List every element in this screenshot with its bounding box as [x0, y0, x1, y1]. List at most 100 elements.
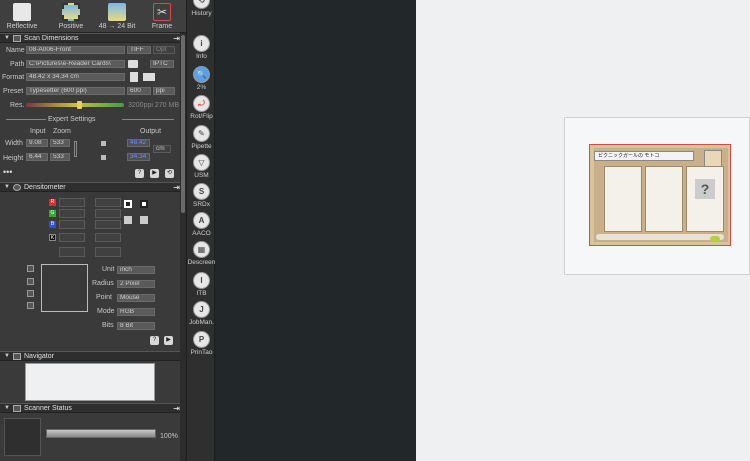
unit-select[interactable]: inch	[117, 266, 155, 274]
pipette-small-icon[interactable]	[124, 216, 132, 224]
collapse-triangle-icon[interactable]: ▼	[4, 184, 10, 190]
red-output-field	[95, 198, 121, 207]
densitometer-header[interactable]: ▼ Densitometer ⇥	[0, 182, 186, 192]
bits-select[interactable]: 8 Bit	[117, 322, 155, 330]
tool-label: ITB	[196, 290, 207, 297]
help-button[interactable]: ?	[135, 169, 144, 178]
navigator-header[interactable]: ▼ Navigator	[0, 351, 186, 361]
white-point-icon[interactable]	[124, 200, 132, 208]
width-zoom-field[interactable]: 533	[50, 139, 70, 147]
name-label: Name	[6, 47, 25, 54]
densitometer-preview-box	[41, 264, 88, 312]
tool-itb-button[interactable]: I ITB	[187, 272, 216, 300]
height-label: Height	[3, 155, 24, 162]
point-select[interactable]: Mouse	[117, 294, 155, 302]
tool-label: Info	[196, 53, 207, 60]
blue-output-field	[95, 220, 121, 229]
name-field[interactable]: 08-A006-Front	[26, 46, 125, 54]
frame-button[interactable]: ✂ Frame	[142, 0, 182, 33]
card-image: ピクニックガールの モトコ ?	[594, 148, 728, 242]
navigator-thumbnail[interactable]	[25, 363, 155, 401]
ppi-field[interactable]: 600	[127, 87, 151, 95]
file-format-select[interactable]: TIFF	[127, 46, 151, 54]
srdx-icon: S	[193, 183, 210, 200]
width-input-field[interactable]: 9.08	[26, 139, 48, 147]
mode-icon-1[interactable]	[27, 265, 34, 272]
format-field[interactable]: 48.42 x 34.34 cm	[26, 73, 125, 81]
zoom-icon: 🔍	[193, 66, 210, 83]
green-channel-icon: G	[49, 210, 56, 217]
width-output-field[interactable]: 48.42	[127, 139, 150, 147]
rotate-flip-icon: ⤾	[193, 95, 210, 112]
preview-canvas-dark[interactable]	[215, 0, 416, 461]
panel-scroll-thumb[interactable]	[181, 35, 185, 213]
usm-icon: ▽	[193, 154, 210, 171]
tool-printao-button[interactable]: P PrinTao	[187, 331, 216, 359]
file-options-button[interactable]: Opt	[153, 46, 175, 54]
resolution-slider-thumb[interactable]	[77, 101, 83, 109]
mode-icon-2[interactable]	[27, 278, 34, 285]
reset-button[interactable]: ⟲	[165, 169, 174, 178]
preset-select[interactable]: Typesetter (600 ppi)	[26, 87, 125, 95]
pipette-small-icon[interactable]	[140, 216, 148, 224]
folder-icon[interactable]	[128, 60, 138, 68]
mode-icon-4[interactable]	[27, 302, 34, 309]
white-square-icon[interactable]	[140, 200, 148, 208]
reflective-button[interactable]: Reflective	[2, 0, 42, 33]
tool-rotate-flip-button[interactable]: ⤾ Rot/Flip	[187, 95, 216, 123]
tool-job-manager-button[interactable]: J JobMan.	[187, 301, 216, 329]
density-field-a	[59, 247, 85, 257]
expert-settings-divider[interactable]: Expert Settings	[0, 115, 180, 124]
pipette-icon: ✎	[193, 125, 210, 142]
link-chain-icon[interactable]	[74, 141, 77, 157]
black-value-field	[59, 233, 85, 242]
collapse-triangle-icon[interactable]: ▼	[4, 353, 10, 359]
mode-select[interactable]: RGB	[117, 308, 155, 316]
help-button[interactable]: ?	[150, 336, 159, 345]
zoom-column-label: Zoom	[53, 128, 71, 135]
collapse-triangle-icon[interactable]: ▼	[4, 405, 10, 411]
scan-frame[interactable]: ピクニックガールの モトコ ?	[589, 144, 731, 246]
lock-icon[interactable]	[101, 155, 106, 160]
tool-info-button[interactable]: i Info	[187, 35, 216, 63]
tool-zoom-button[interactable]: 🔍 2%	[187, 66, 216, 94]
section-title: Scan Dimensions	[24, 35, 79, 42]
tool-pipette-button[interactable]: ✎ Pipette	[187, 125, 216, 153]
resolution-slider[interactable]	[26, 101, 124, 109]
card-title: ピクニックガールの モトコ	[594, 151, 694, 161]
mode-icon-3[interactable]	[27, 290, 34, 297]
ppi-unit-select[interactable]: ppi	[153, 87, 175, 95]
more-options-icon[interactable]: •••	[3, 168, 12, 177]
portrait-orientation-icon[interactable]	[130, 72, 138, 82]
play-button[interactable]: ▶	[150, 169, 159, 178]
export-arrow-icon[interactable]: ⇥	[173, 34, 180, 43]
height-output-field[interactable]: 34.34	[127, 153, 150, 161]
collapse-triangle-icon[interactable]: ▼	[4, 35, 10, 41]
positive-button[interactable]: Positive	[51, 0, 91, 33]
height-zoom-field[interactable]: 533	[50, 153, 70, 161]
bit-depth-button[interactable]: 48 → 24 Bit	[97, 0, 137, 33]
tool-usm-button[interactable]: ▽ USM	[187, 154, 216, 182]
landscape-image-icon[interactable]	[143, 73, 155, 81]
tool-history-button[interactable]: ⟲ History	[187, 0, 216, 20]
tool-descreen-button[interactable]: ▦ Descreen	[187, 241, 216, 269]
radius-select[interactable]: 2 Pixel	[117, 280, 155, 288]
scan-dimensions-header[interactable]: ▼ Scan Dimensions ⇥	[0, 33, 186, 43]
output-unit-select[interactable]: cm	[153, 145, 171, 153]
tool-label: SRDx	[193, 201, 210, 208]
res-label: Res.	[10, 102, 25, 109]
scan-progress-fill	[47, 430, 155, 437]
scanner-status-header[interactable]: ▼ Scanner Status ⇥	[0, 403, 186, 413]
tool-label: PrinTao	[190, 349, 213, 356]
frame-label: Frame	[151, 23, 173, 30]
preset-label: Preset	[3, 88, 24, 95]
height-input-field[interactable]: 6.44	[26, 153, 48, 161]
tool-aaco-button[interactable]: A AACO	[187, 212, 216, 240]
lock-icon[interactable]	[101, 141, 106, 146]
path-field[interactable]: C:\Pictures\e-Reader Cards\	[26, 60, 125, 68]
tool-srdx-button[interactable]: S SRDx	[187, 183, 216, 211]
play-button[interactable]: ▶	[164, 336, 173, 345]
iptc-button[interactable]: IPTC	[150, 60, 174, 68]
export-arrow-icon[interactable]: ⇥	[173, 404, 180, 413]
export-arrow-icon[interactable]: ⇥	[173, 183, 180, 192]
